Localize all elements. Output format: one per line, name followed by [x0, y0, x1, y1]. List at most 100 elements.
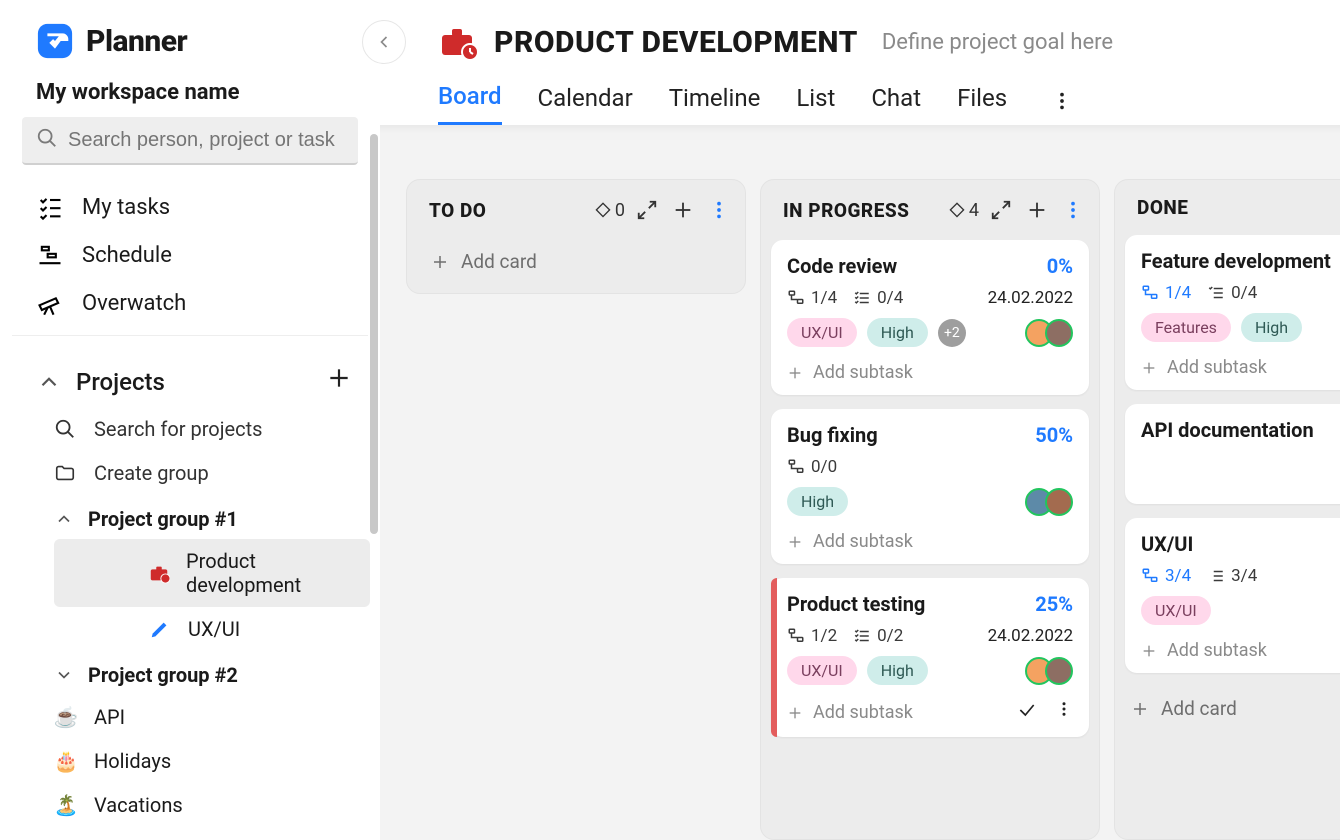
- tag-pill[interactable]: UX/UI: [1141, 596, 1211, 625]
- tag-pill[interactable]: High: [1241, 313, 1302, 342]
- card-checklist-stat: 0/2: [853, 626, 903, 646]
- add-project-button[interactable]: [326, 364, 352, 399]
- tag-pill[interactable]: High: [787, 487, 848, 516]
- search-input[interactable]: [68, 129, 344, 152]
- collapse-column-button[interactable]: [987, 196, 1015, 224]
- tab-board[interactable]: Board: [438, 82, 502, 125]
- column-diamond-count: 4: [949, 200, 979, 221]
- tag-pill[interactable]: Features: [1141, 313, 1231, 342]
- tab-list[interactable]: List: [796, 84, 835, 124]
- nav-primary: My tasks Schedule Overwatch: [12, 173, 368, 336]
- projects-search[interactable]: Search for projects: [0, 407, 380, 451]
- task-card[interactable]: Code review 0% 1/4 0/4: [771, 240, 1089, 395]
- card-title: API documentation: [1141, 418, 1314, 442]
- more-vertical-icon: [708, 199, 730, 221]
- card-complete-button[interactable]: [1017, 700, 1037, 725]
- column-title: TO DO: [429, 199, 486, 222]
- main-panel: PRODUCT DEVELOPMENT Define project goal …: [380, 0, 1340, 840]
- projects-header[interactable]: Projects: [0, 340, 380, 407]
- add-subtask-button[interactable]: Add subtask: [1141, 352, 1340, 382]
- project-group-1-label: Project group #1: [88, 507, 238, 531]
- card-assignees[interactable]: [1025, 488, 1073, 516]
- add-card-row[interactable]: Add card: [417, 240, 735, 283]
- plus-icon: [787, 534, 803, 550]
- search-box[interactable]: [22, 117, 358, 165]
- add-card-row[interactable]: Add card: [1125, 687, 1340, 730]
- search-icon: [36, 127, 58, 153]
- plus-icon: [672, 199, 694, 221]
- add-subtask-label: Add subtask: [813, 362, 913, 383]
- stat-value: 0/4: [1231, 283, 1257, 303]
- collapse-icon: [636, 199, 658, 221]
- task-card[interactable]: Feature development 1/4 0/4: [1125, 235, 1340, 390]
- tab-chat[interactable]: Chat: [871, 84, 921, 124]
- app-logo-icon: [36, 22, 74, 60]
- collapse-sidebar-button[interactable]: [362, 20, 406, 64]
- project-group-1[interactable]: Project group #1: [0, 495, 380, 539]
- tab-calendar[interactable]: Calendar: [538, 84, 633, 124]
- add-subtask-button[interactable]: Add subtask: [787, 526, 1073, 556]
- search-icon: [54, 418, 76, 440]
- card-assignees[interactable]: [1025, 657, 1073, 685]
- project-group-2-label: Project group #2: [88, 663, 238, 687]
- cake-icon: 🎂: [54, 749, 78, 773]
- add-card-button[interactable]: [1023, 196, 1051, 224]
- card-title: Product testing: [787, 592, 925, 616]
- nav-my-tasks[interactable]: My tasks: [12, 183, 368, 231]
- tabs-more-button[interactable]: [1051, 90, 1073, 118]
- stat-value: 3/4: [1165, 566, 1191, 586]
- add-subtask-button[interactable]: Add subtask: [1141, 635, 1340, 665]
- card-subtasks-stat: 0/0: [787, 457, 837, 477]
- task-card[interactable]: UX/UI 3/4 3/4 UX/UI: [1125, 518, 1340, 673]
- add-subtask-button[interactable]: Add subtask: [787, 357, 1073, 387]
- stat-value: 0/4: [877, 288, 903, 308]
- projects-title: Projects: [76, 368, 165, 396]
- project-group-2[interactable]: Project group #2: [0, 651, 380, 695]
- add-card-button[interactable]: [669, 196, 697, 224]
- chevron-left-icon: [374, 32, 394, 52]
- card-menu-button[interactable]: [1055, 700, 1073, 725]
- tag-more-pill[interactable]: +2: [938, 319, 966, 347]
- sidebar-scrollbar[interactable]: [370, 134, 378, 534]
- project-product-development[interactable]: Product development: [54, 539, 370, 607]
- card-subtasks-stat: 1/4: [787, 288, 837, 308]
- project-api[interactable]: ☕ API: [0, 695, 370, 739]
- card-assignees[interactable]: [1025, 319, 1073, 347]
- tag-pill[interactable]: UX/UI: [787, 318, 857, 347]
- column-count-value: 0: [615, 200, 625, 221]
- create-group[interactable]: Create group: [0, 451, 380, 495]
- collapse-column-button[interactable]: [633, 196, 661, 224]
- project-goal-input[interactable]: Define project goal here: [882, 30, 1113, 55]
- workspace-name[interactable]: My workspace name: [0, 70, 380, 115]
- nav-overwatch[interactable]: Overwatch: [12, 279, 368, 327]
- page-title: PRODUCT DEVELOPMENT: [494, 25, 858, 60]
- tag-pill[interactable]: UX/UI: [787, 656, 857, 685]
- task-card[interactable]: Bug fixing 50% 0/0 High: [771, 409, 1089, 564]
- tab-timeline[interactable]: Timeline: [669, 84, 761, 124]
- tag-pill[interactable]: High: [867, 318, 928, 347]
- project-vacations[interactable]: 🏝️ Vacations: [0, 783, 370, 827]
- tag-pill[interactable]: High: [867, 656, 928, 685]
- add-subtask-button[interactable]: Add subtask: [787, 695, 1073, 729]
- nav-schedule[interactable]: Schedule: [12, 231, 368, 279]
- tab-files[interactable]: Files: [957, 84, 1007, 124]
- task-card[interactable]: API documentation: [1125, 404, 1340, 504]
- card-checklist-stat: 0/4: [1207, 283, 1257, 303]
- collapse-icon: [990, 199, 1012, 221]
- column-menu-button[interactable]: [1059, 196, 1087, 224]
- stat-value: 0/2: [877, 626, 903, 646]
- add-subtask-label: Add subtask: [1167, 640, 1267, 661]
- stat-value: 3/4: [1231, 566, 1257, 586]
- briefcase-icon: [148, 561, 170, 585]
- project-uxui[interactable]: UX/UI: [54, 607, 370, 651]
- task-card[interactable]: Product testing 25% 1/2 0/2: [771, 578, 1089, 737]
- diamond-icon: [949, 202, 965, 218]
- column-todo: TO DO 0: [406, 179, 746, 294]
- project-holidays[interactable]: 🎂 Holidays: [0, 739, 370, 783]
- projects-search-label: Search for projects: [94, 417, 262, 441]
- add-card-label: Add card: [1161, 697, 1237, 720]
- project-product-development-label: Product development: [186, 549, 352, 597]
- kanban-board: TO DO 0: [380, 133, 1340, 840]
- project-api-label: API: [94, 705, 125, 729]
- column-menu-button[interactable]: [705, 196, 733, 224]
